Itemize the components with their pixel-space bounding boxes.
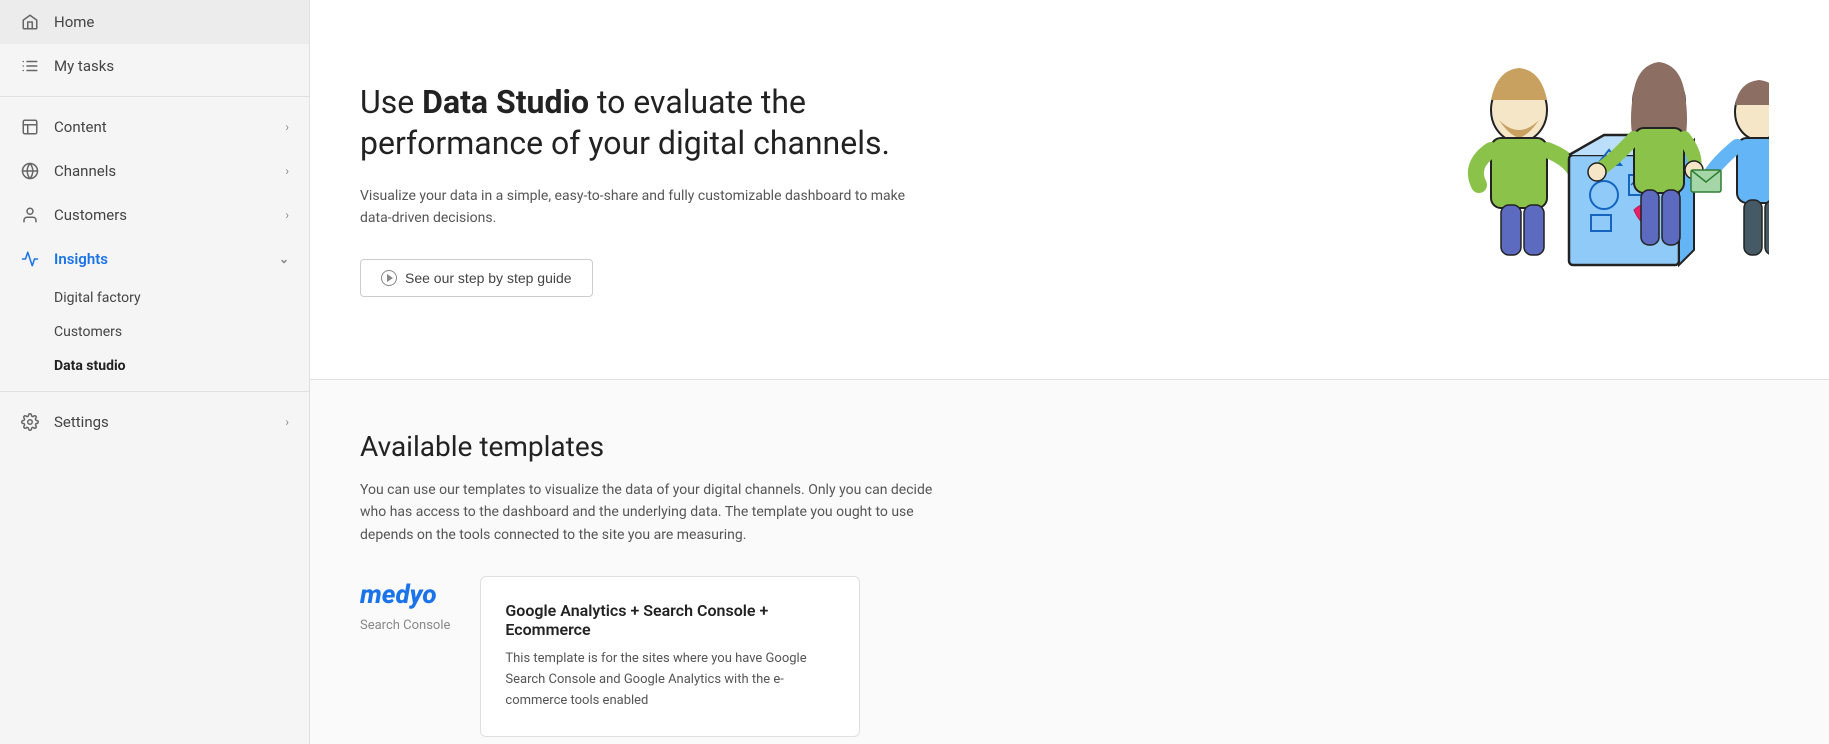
sidebar-subitem-digital-factory-label: Digital factory bbox=[54, 290, 141, 306]
sidebar-subitem-customers-label: Customers bbox=[54, 324, 122, 340]
settings-icon bbox=[20, 412, 40, 432]
sidebar: Home My tasks Content › bbox=[0, 0, 310, 744]
templates-section: Available templates You can use our temp… bbox=[310, 380, 1829, 744]
channels-icon bbox=[20, 161, 40, 181]
sidebar-item-home-label: Home bbox=[54, 13, 94, 31]
hero-text: Use Data Studio to evaluate the performa… bbox=[360, 82, 960, 298]
chevron-down-icon: ⌄ bbox=[279, 252, 289, 266]
main-content: Use Data Studio to evaluate the performa… bbox=[310, 0, 1829, 744]
medyo-logo: medyo bbox=[360, 580, 450, 610]
template-card-ga-ecommerce-title: Google Analytics + Search Console + Ecom… bbox=[505, 601, 835, 639]
sidebar-item-my-tasks-label: My tasks bbox=[54, 57, 114, 75]
insights-submenu: Digital factory Customers Data studio bbox=[0, 281, 309, 383]
tasks-icon bbox=[20, 56, 40, 76]
medyo-subtitle: Search Console bbox=[360, 618, 450, 633]
sidebar-subitem-digital-factory[interactable]: Digital factory bbox=[0, 281, 309, 315]
sidebar-item-content-label: Content bbox=[54, 118, 107, 136]
sidebar-item-settings-label: Settings bbox=[54, 413, 109, 431]
templates-title: Available templates bbox=[360, 430, 1779, 463]
sidebar-item-content[interactable]: Content › bbox=[0, 105, 309, 149]
home-icon bbox=[20, 12, 40, 32]
sidebar-item-settings[interactable]: Settings › bbox=[0, 400, 309, 444]
hero-subtitle: Visualize your data in a simple, easy-to… bbox=[360, 185, 920, 230]
sidebar-item-channels-label: Channels bbox=[54, 162, 116, 180]
sidebar-item-channels[interactable]: Channels › bbox=[0, 149, 309, 193]
hero-section: Use Data Studio to evaluate the performa… bbox=[310, 0, 1829, 380]
sidebar-item-customers[interactable]: Customers › bbox=[0, 193, 309, 237]
medyo-template-item: medyo Search Console bbox=[360, 576, 450, 736]
circle-play-icon bbox=[381, 270, 397, 286]
chevron-right-icon: › bbox=[285, 208, 289, 222]
sidebar-divider-2 bbox=[0, 391, 309, 392]
sidebar-subitem-customers[interactable]: Customers bbox=[0, 315, 309, 349]
template-card-ga-ecommerce-desc: This template is for the sites where you… bbox=[505, 649, 835, 711]
sidebar-divider-1 bbox=[0, 96, 309, 97]
templates-description: You can use our templates to visualize t… bbox=[360, 479, 960, 546]
sidebar-item-home[interactable]: Home bbox=[0, 0, 309, 44]
sidebar-item-insights[interactable]: Insights ⌄ bbox=[0, 237, 309, 281]
customers-icon bbox=[20, 205, 40, 225]
chevron-right-icon: › bbox=[285, 415, 289, 429]
hero-illustration bbox=[1429, 50, 1769, 330]
chevron-right-icon: › bbox=[285, 120, 289, 134]
sidebar-subitem-data-studio[interactable]: Data studio bbox=[0, 349, 309, 383]
sidebar-item-my-tasks[interactable]: My tasks bbox=[0, 44, 309, 88]
hero-title: Use Data Studio to evaluate the performa… bbox=[360, 82, 960, 165]
sidebar-item-customers-label: Customers bbox=[54, 206, 127, 224]
sidebar-item-insights-label: Insights bbox=[54, 250, 108, 268]
step-by-step-guide-button[interactable]: See our step by step guide bbox=[360, 259, 593, 297]
insights-icon bbox=[20, 249, 40, 269]
step-by-step-guide-label: See our step by step guide bbox=[405, 270, 572, 286]
chevron-right-icon: › bbox=[285, 164, 289, 178]
content-icon bbox=[20, 117, 40, 137]
template-card-ga-ecommerce[interactable]: Google Analytics + Search Console + Ecom… bbox=[480, 576, 860, 736]
sidebar-subitem-data-studio-label: Data studio bbox=[54, 358, 126, 374]
templates-grid: medyo Search Console Google Analytics + … bbox=[360, 576, 1779, 736]
